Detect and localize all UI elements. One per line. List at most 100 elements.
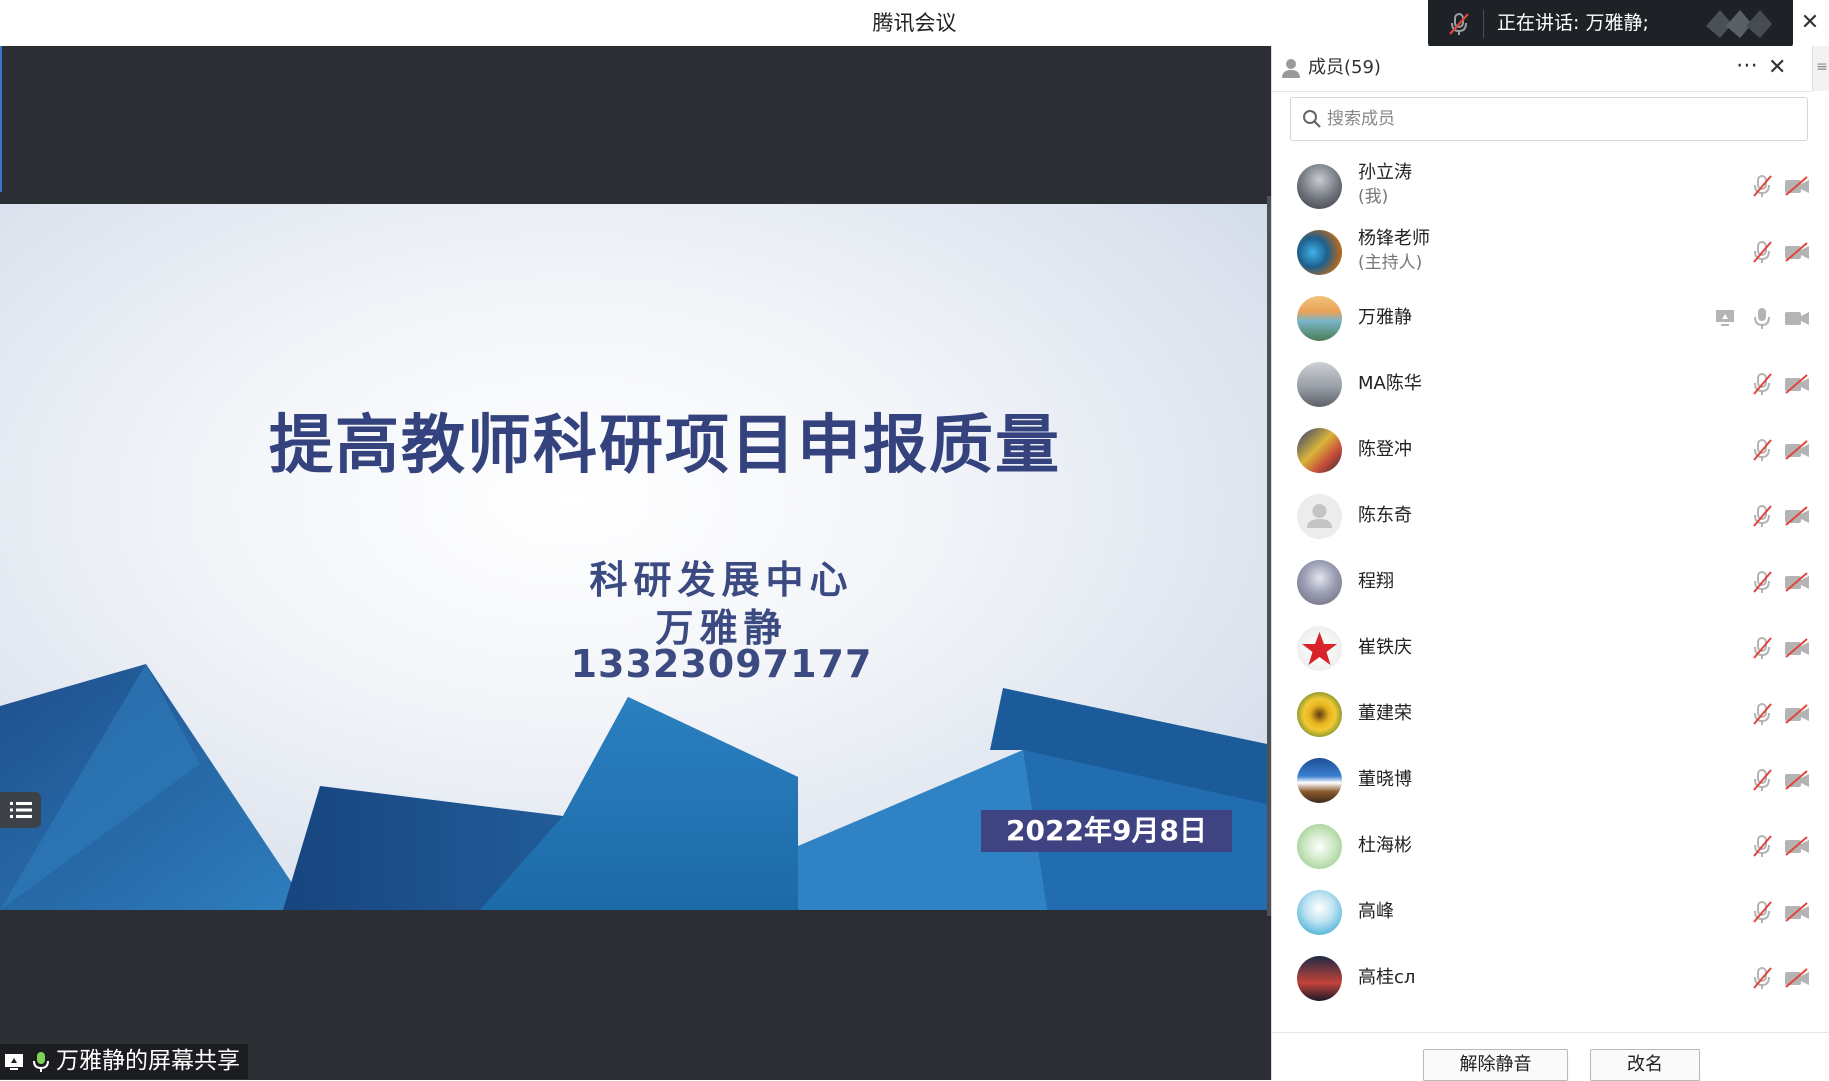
muted-mic-icon[interactable] [1751, 438, 1773, 462]
avatar [1297, 428, 1342, 473]
member-row[interactable]: 杨锋老师 (主持人) [1272, 219, 1829, 285]
shared-screen-area: 提高教师科研项目申报质量 科研发展中心 万雅静 13323097177 2022… [0, 46, 1271, 1080]
muted-mic-icon[interactable] [1751, 636, 1773, 660]
muted-mic-icon[interactable] [1751, 372, 1773, 396]
muted-mic-icon[interactable] [1751, 240, 1773, 264]
list-menu-button[interactable] [0, 792, 41, 828]
screen-share-icon [5, 1053, 23, 1070]
avatar [1297, 296, 1342, 341]
member-name: 高桂сл [1358, 967, 1416, 988]
member-name-block: 陈东奇 [1358, 504, 1412, 528]
camera-off-icon[interactable] [1784, 241, 1810, 263]
banner-divider [1483, 10, 1484, 38]
members-panel-header: 成员(59) ⋯ ✕ [1272, 46, 1812, 92]
member-row[interactable]: 陈东奇 [1272, 483, 1829, 549]
list-icon [10, 802, 32, 818]
member-name-block: 高桂сл [1358, 966, 1415, 990]
muted-mic-icon[interactable] [1751, 174, 1773, 198]
member-row[interactable]: 陈登冲 [1272, 417, 1829, 483]
close-panel-button[interactable]: ✕ [1768, 46, 1786, 90]
slide-phone-number: 13323097177 [570, 642, 873, 686]
camera-off-icon[interactable] [1784, 835, 1810, 857]
avatar [1297, 890, 1342, 935]
close-window-button[interactable]: ✕ [1797, 10, 1823, 36]
muted-mic-icon[interactable] [1751, 834, 1773, 858]
member-name-block: 高峰 [1358, 900, 1394, 924]
member-row[interactable]: 孙立涛 (我) [1272, 153, 1829, 219]
avatar [1297, 626, 1342, 671]
camera-off-icon[interactable] [1784, 769, 1810, 791]
camera-off-icon[interactable] [1784, 967, 1810, 989]
member-name-block: 万雅静 [1358, 306, 1412, 330]
mic-icon [33, 1051, 49, 1072]
avatar [1297, 494, 1342, 539]
muted-mic-icon[interactable] [1751, 570, 1773, 594]
camera-off-icon[interactable] [1784, 373, 1810, 395]
member-search-input[interactable] [1325, 98, 1799, 140]
member-row[interactable]: 万雅静 [1272, 285, 1829, 351]
speaker-avatar-icon [1706, 10, 1772, 38]
members-panel: 成员(59) ⋯ ✕ ≡ 孙立涛 (我) 杨锋老师 (主持人) 万雅静 MA陈华陈登冲陈东… [1271, 46, 1829, 1081]
member-row[interactable]: 崔铁庆 [1272, 615, 1829, 681]
more-options-button[interactable]: ⋯ [1736, 46, 1759, 86]
mic-icon[interactable] [1751, 306, 1773, 330]
member-name-block: 陈登冲 [1358, 438, 1412, 462]
muted-mic-icon[interactable] [1751, 702, 1773, 726]
avatar [1297, 956, 1342, 1001]
member-row[interactable]: 杜海彬 [1272, 813, 1829, 879]
member-name: 万雅静 [1358, 307, 1412, 328]
member-row[interactable]: 程翔 [1272, 549, 1829, 615]
muted-mic-icon[interactable] [1751, 966, 1773, 990]
member-name: 董晓博 [1358, 769, 1412, 790]
member-name-block: 杨锋老师 (主持人) [1358, 227, 1430, 275]
panel-toggle-button[interactable]: ≡ [1812, 46, 1829, 91]
member-row[interactable]: 董建荣 [1272, 681, 1829, 747]
muted-mic-icon[interactable] [1751, 504, 1773, 528]
member-row[interactable]: 董晓博 [1272, 747, 1829, 813]
members-panel-footer: 解除静音 改名 [1272, 1024, 1829, 1081]
member-row[interactable]: 高峰 [1272, 879, 1829, 945]
member-name: 杜海彬 [1358, 835, 1412, 856]
muted-mic-icon[interactable] [1751, 900, 1773, 924]
camera-off-icon[interactable] [1784, 571, 1810, 593]
window-edge [0, 46, 2, 192]
slide-date-badge: 2022年9月8日 [981, 810, 1232, 852]
member-name: MA陈华 [1358, 373, 1422, 394]
speaking-indicator: 正在讲话: 万雅静; [1428, 0, 1793, 49]
member-name-block: 崔铁庆 [1358, 636, 1412, 660]
member-row[interactable]: 高桂сл [1272, 945, 1829, 1011]
speaking-text: 正在讲话: 万雅静; [1497, 12, 1649, 34]
member-name-block: 程翔 [1358, 570, 1394, 594]
camera-off-icon[interactable] [1784, 439, 1810, 461]
camera-off-icon[interactable] [1784, 505, 1810, 527]
slide-title: 提高教师科研项目申报质量 [269, 409, 1061, 483]
rename-button[interactable]: 改名 [1590, 1049, 1700, 1081]
member-name: 程翔 [1358, 571, 1394, 592]
muted-mic-icon[interactable] [1751, 768, 1773, 792]
member-name: 崔铁庆 [1358, 637, 1412, 658]
avatar [1297, 230, 1342, 275]
member-name-block: 董建荣 [1358, 702, 1412, 726]
screen-share-icon [1716, 310, 1734, 326]
member-search-box[interactable] [1290, 97, 1808, 141]
unmute-button[interactable]: 解除静音 [1423, 1049, 1568, 1081]
avatar [1297, 164, 1342, 209]
camera-icon[interactable] [1784, 307, 1810, 329]
camera-off-icon[interactable] [1784, 901, 1810, 923]
member-name: 陈东奇 [1358, 505, 1412, 526]
screen-share-label: 万雅静的屏幕共享 [0, 1044, 248, 1079]
member-name: 陈登冲 [1358, 439, 1412, 460]
camera-off-icon[interactable] [1784, 703, 1810, 725]
avatar [1297, 560, 1342, 605]
member-name-block: MA陈华 [1358, 372, 1422, 396]
member-name-block: 董晓博 [1358, 768, 1412, 792]
camera-off-icon[interactable] [1784, 637, 1810, 659]
presentation-slide: 提高教师科研项目申报质量 科研发展中心 万雅静 13323097177 2022… [0, 204, 1267, 910]
members-count-title: 成员(59) [1308, 57, 1381, 78]
member-name: 董建荣 [1358, 703, 1412, 724]
member-row[interactable]: MA陈华 [1272, 351, 1829, 417]
slide-department: 科研发展中心 [589, 557, 854, 602]
screen-share-text: 万雅静的屏幕共享 [56, 1048, 240, 1074]
member-name-block: 杜海彬 [1358, 834, 1412, 858]
camera-off-icon[interactable] [1784, 175, 1810, 197]
